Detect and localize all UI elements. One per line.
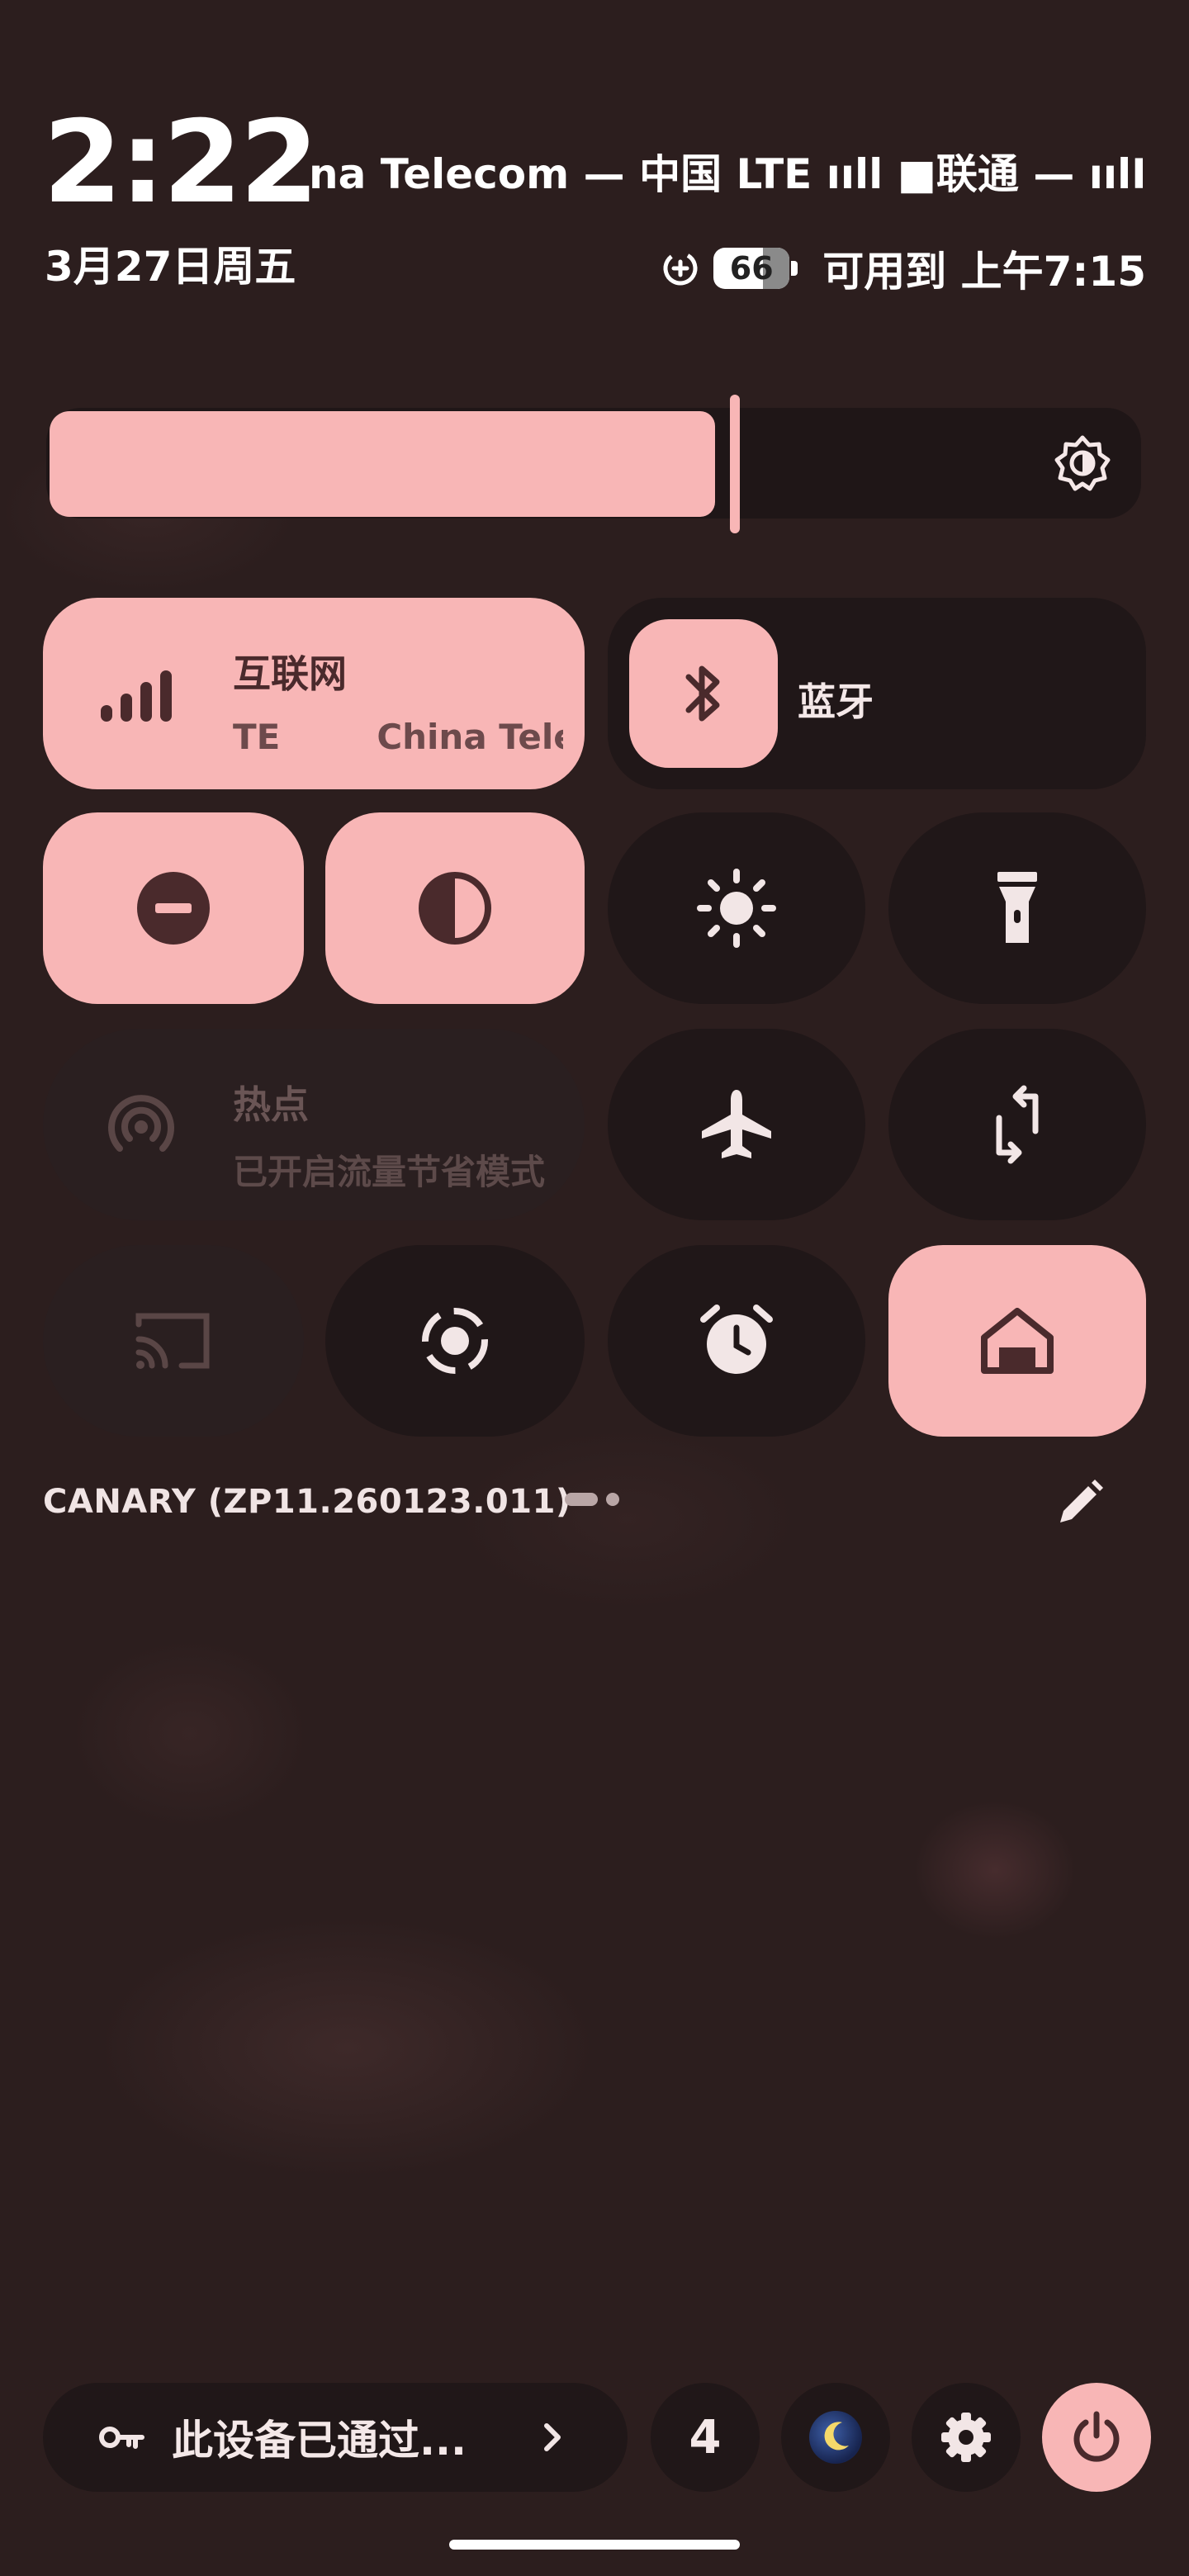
avatar: [809, 2411, 862, 2464]
contrast-icon: [419, 872, 491, 945]
battery-level: 66: [729, 250, 774, 286]
brightness-slider-handle[interactable]: [730, 395, 740, 533]
screen-record-tile[interactable]: [325, 1245, 585, 1437]
security-status-text: 此设备已通过...: [172, 2417, 467, 2465]
battery-indicator: 66: [713, 248, 798, 289]
flashlight-icon: [997, 872, 1037, 943]
internet-tile-title: 互联网: [233, 651, 347, 696]
gear-icon: [941, 2413, 991, 2462]
chevron-right-icon: [544, 2423, 561, 2451]
brightness-slider-fill: [50, 411, 715, 517]
internet-tile[interactable]: 互联网 TE China Tele: [43, 598, 585, 789]
cast-icon: [135, 1313, 210, 1369]
battery-time-remaining: 可用到 上午7:15: [822, 248, 1146, 296]
brightness-icon: [1054, 435, 1111, 491]
hotspot-tile-subtitle: 已开启流量节省模式: [233, 1152, 546, 1192]
hotspot-tile-title: 热点: [233, 1082, 309, 1127]
bluetooth-icon-chip: [629, 619, 778, 768]
home-icon: [981, 1308, 1054, 1374]
bluetooth-tile-title: 蓝牙: [798, 680, 874, 724]
alarm-clock-icon: [700, 1305, 773, 1374]
settings-button[interactable]: [912, 2383, 1021, 2492]
hotspot-icon: [108, 1095, 174, 1152]
page-dot: [606, 1493, 619, 1506]
notification-count: 4: [689, 2410, 722, 2465]
hotspot-tile[interactable]: 热点 已开启流量节省模式: [43, 1029, 585, 1220]
page-dot-active: [565, 1493, 598, 1506]
user-avatar-button[interactable]: [781, 2383, 890, 2492]
do-not-disturb-tile[interactable]: [43, 812, 304, 1004]
screen-cast-tile[interactable]: [43, 1245, 304, 1437]
security-status-button[interactable]: 此设备已通过...: [43, 2383, 628, 2492]
airplane-icon: [702, 1090, 771, 1158]
status-right-group: 66 可用到 上午7:15: [661, 243, 1146, 296]
flashlight-tile[interactable]: [888, 812, 1146, 1004]
dark-theme-tile[interactable]: [325, 812, 585, 1004]
notification-count-button[interactable]: 4: [651, 2383, 760, 2492]
data-saver-icon: [663, 251, 698, 286]
edit-pencil-icon[interactable]: [1054, 1478, 1105, 1529]
power-icon: [1073, 2411, 1120, 2462]
page-indicator[interactable]: [565, 1493, 619, 1506]
alarm-tile[interactable]: [608, 1245, 865, 1437]
home-controls-tile[interactable]: [888, 1245, 1146, 1437]
carrier-info: na Telecom — 中国 LTE ııll ■联通 — ıılR: [309, 154, 1143, 195]
clock-time: 2:22: [43, 96, 319, 229]
build-number: CANARY (ZP11.260123.011): [43, 1483, 571, 1521]
rotate-icon: [996, 1085, 1039, 1164]
airplane-mode-tile[interactable]: [608, 1029, 865, 1220]
screen-record-icon: [422, 1308, 488, 1374]
internet-tile-subtitle: TE China Tele: [233, 717, 563, 757]
cellular-signal-icon: [101, 670, 172, 722]
do-not-disturb-icon: [137, 872, 210, 945]
brightness-mode-tile[interactable]: [608, 812, 865, 1004]
bluetooth-icon: [685, 665, 720, 722]
gesture-nav-handle[interactable]: [449, 2540, 740, 2550]
auto-rotate-tile[interactable]: [888, 1029, 1146, 1220]
key-icon: [99, 2427, 144, 2449]
bluetooth-tile[interactable]: 蓝牙: [608, 598, 1146, 789]
date-label: 3月27日周五: [45, 243, 296, 291]
sun-icon: [697, 869, 776, 948]
power-menu-button[interactable]: [1042, 2383, 1151, 2492]
moon-icon: [824, 2422, 849, 2451]
